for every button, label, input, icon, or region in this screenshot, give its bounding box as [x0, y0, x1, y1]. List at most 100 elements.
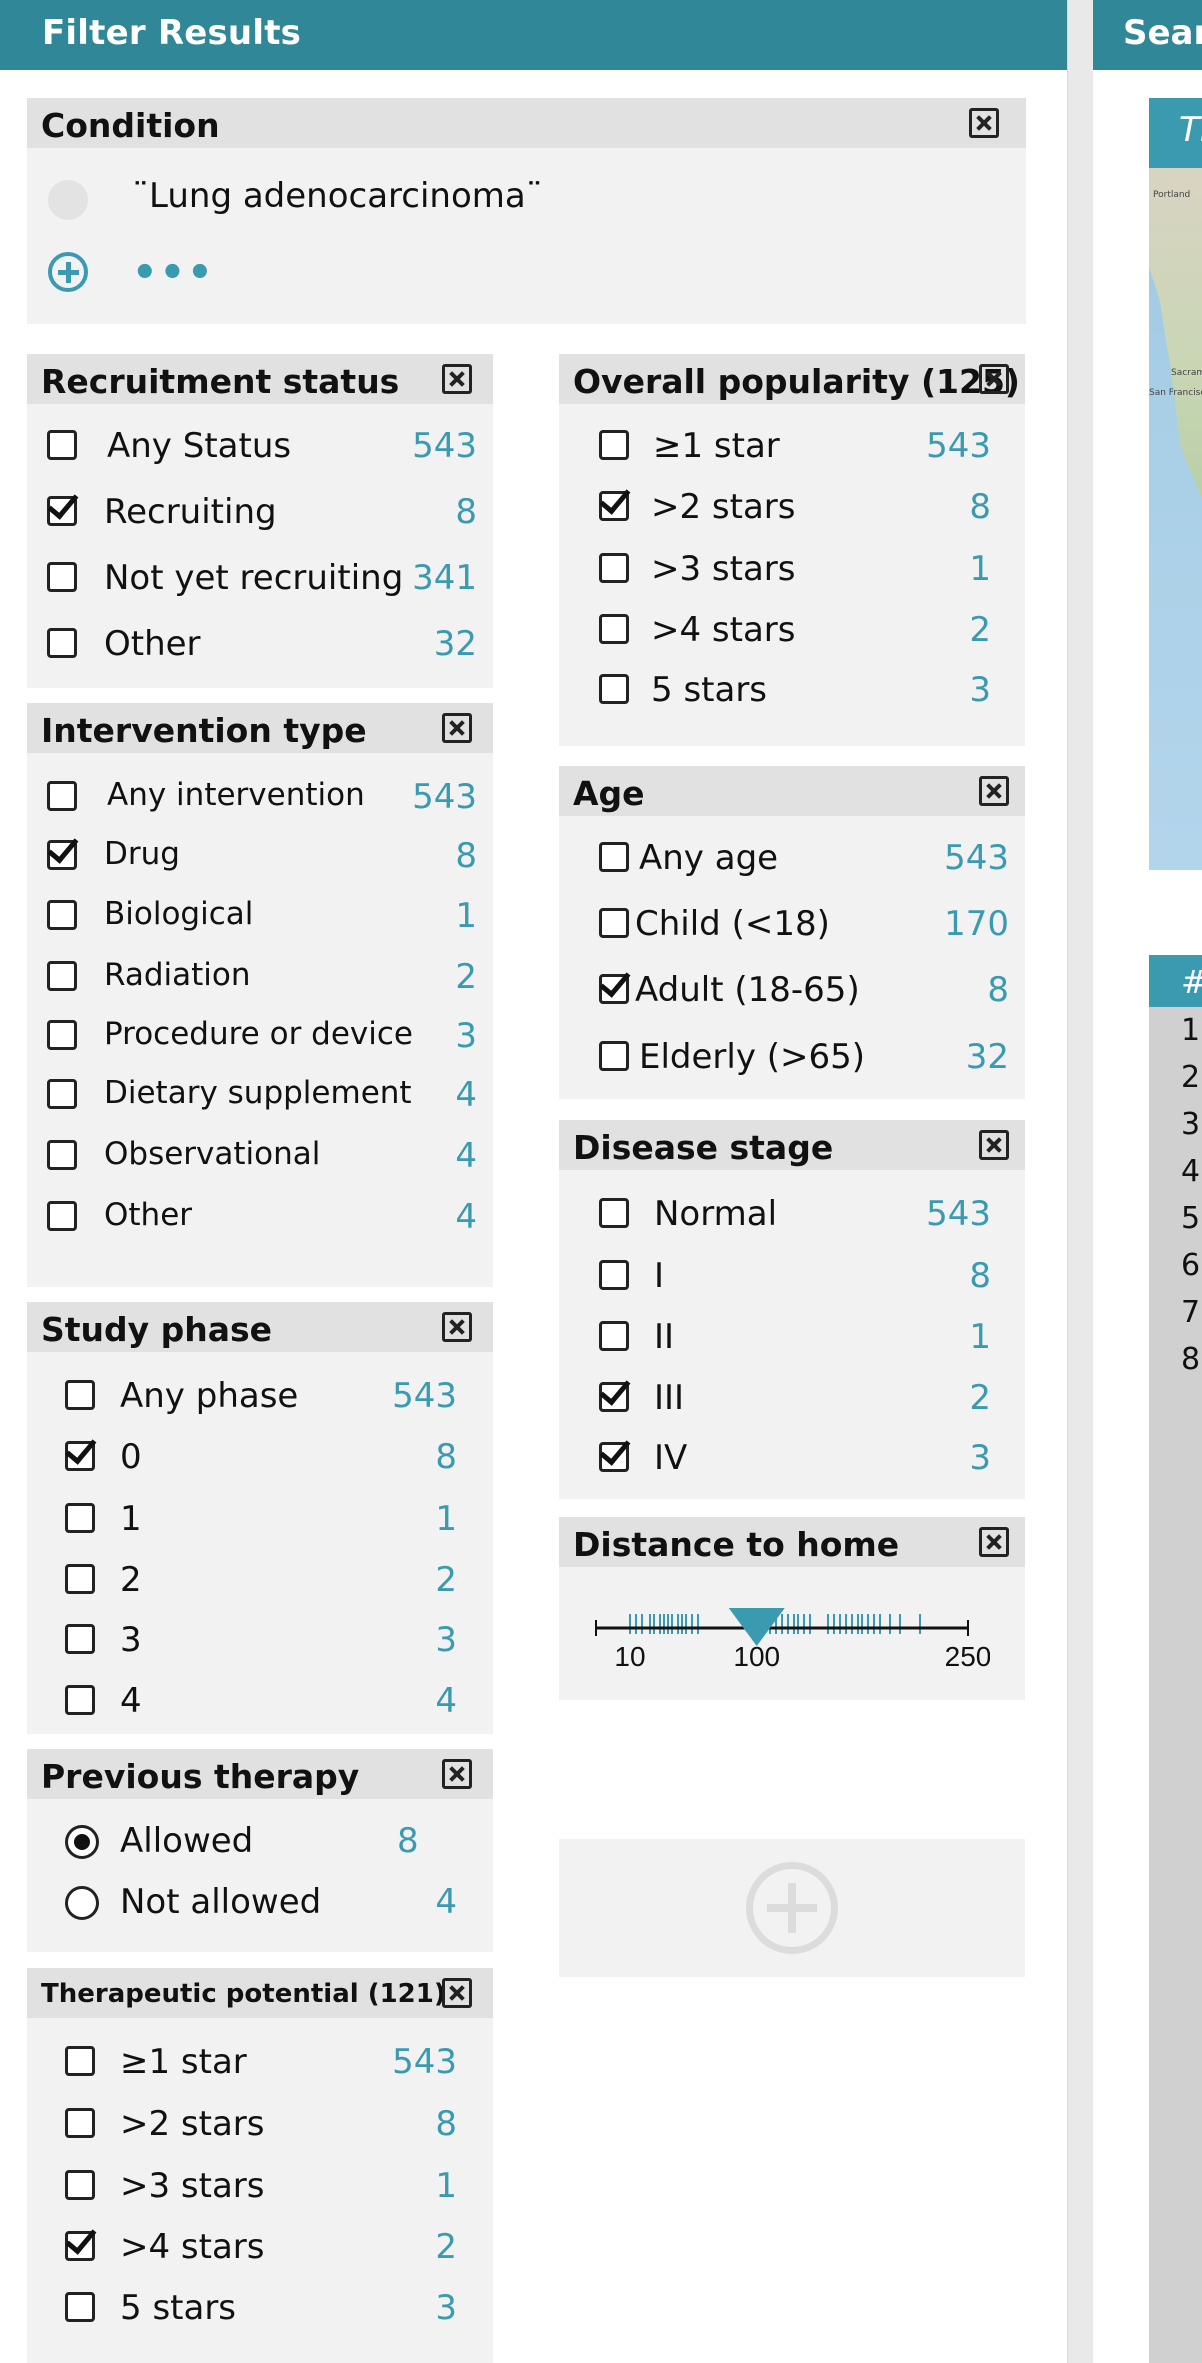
recruitment-option[interactable]: Other 32: [47, 624, 477, 664]
checkbox[interactable]: [65, 2170, 95, 2200]
intervention-option[interactable]: Any intervention 543: [47, 777, 477, 817]
intervention-option[interactable]: Radiation 2: [47, 957, 477, 997]
checkbox-checked[interactable]: [599, 974, 629, 1004]
intervention-option[interactable]: Drug 8: [47, 836, 477, 876]
table-row[interactable]: 4: [1149, 1148, 1202, 1195]
age-option[interactable]: Any age 543: [599, 838, 1009, 878]
checkbox[interactable]: [47, 1079, 77, 1109]
intervention-option[interactable]: Observational 4: [47, 1136, 477, 1176]
radio-selected[interactable]: [65, 1825, 99, 1859]
condition-value[interactable]: ¨Lung adenocarcinoma¨: [132, 176, 543, 216]
checkbox-checked[interactable]: [47, 840, 77, 870]
therapy-option[interactable]: Not allowed 4: [65, 1882, 457, 1922]
stage-option[interactable]: Normal 543: [599, 1194, 991, 1234]
divider-scrollbar[interactable]: [1067, 0, 1093, 2363]
checkbox[interactable]: [599, 553, 629, 583]
therapeutic-option[interactable]: 5 stars 3: [65, 2288, 457, 2328]
checkbox[interactable]: [65, 1380, 95, 1410]
stage-option[interactable]: IV 3: [599, 1438, 991, 1478]
close-icon[interactable]: [979, 1130, 1009, 1160]
stage-option[interactable]: III 2: [599, 1378, 991, 1418]
table-row[interactable]: 2: [1149, 1054, 1202, 1101]
age-option[interactable]: Child (<18) 170: [599, 904, 1009, 944]
phase-option[interactable]: Any phase 543: [65, 1376, 457, 1416]
table-row[interactable]: 1: [1149, 1007, 1202, 1054]
checkbox[interactable]: [599, 1041, 629, 1071]
recruitment-option[interactable]: Any Status 543: [47, 426, 477, 466]
checkbox[interactable]: [599, 908, 629, 938]
popularity-option[interactable]: 5 stars 3: [599, 670, 991, 710]
checkbox[interactable]: [65, 2108, 95, 2138]
checkbox[interactable]: [599, 842, 629, 872]
checkbox[interactable]: [599, 1321, 629, 1351]
phase-option[interactable]: 2 2: [65, 1560, 457, 1600]
phase-option[interactable]: 0 8: [65, 1437, 457, 1477]
checkbox[interactable]: [599, 674, 629, 704]
therapeutic-option[interactable]: >4 stars 2: [65, 2227, 457, 2267]
popularity-option[interactable]: >4 stars 2: [599, 610, 991, 650]
checkbox[interactable]: [47, 430, 77, 460]
map-view[interactable]: Th Portland Sacram San Francisco: [1149, 98, 1202, 870]
add-filter-icon[interactable]: [746, 1862, 838, 1954]
close-icon[interactable]: [442, 1978, 472, 2008]
checkbox[interactable]: [47, 562, 77, 592]
distance-slider[interactable]: 10 100 250: [590, 1592, 990, 1682]
intervention-option[interactable]: Other 4: [47, 1197, 477, 1237]
popularity-option[interactable]: ≥1 star 543: [599, 426, 991, 466]
checkbox-checked[interactable]: [65, 2231, 95, 2261]
close-icon[interactable]: [979, 1527, 1009, 1557]
popularity-option[interactable]: >3 stars 1: [599, 549, 991, 589]
intervention-option[interactable]: Biological 1: [47, 896, 477, 936]
age-option[interactable]: Elderly (>65) 32: [599, 1037, 1009, 1077]
checkbox-checked[interactable]: [599, 1382, 629, 1412]
phase-option[interactable]: 4 4: [65, 1681, 457, 1721]
checkbox[interactable]: [65, 2292, 95, 2322]
therapeutic-option[interactable]: >3 stars 1: [65, 2166, 457, 2206]
checkbox[interactable]: [65, 2046, 95, 2076]
close-icon[interactable]: [442, 1312, 472, 1342]
checkbox[interactable]: [47, 1201, 77, 1231]
checkbox[interactable]: [599, 430, 629, 460]
close-icon[interactable]: [442, 1759, 472, 1789]
stage-option[interactable]: II 1: [599, 1317, 991, 1357]
therapy-option[interactable]: Allowed 8: [65, 1821, 457, 1861]
checkbox[interactable]: [47, 628, 77, 658]
phase-option[interactable]: 3 3: [65, 1620, 457, 1660]
table-row[interactable]: 5: [1149, 1195, 1202, 1242]
table-row[interactable]: 3: [1149, 1101, 1202, 1148]
checkbox[interactable]: [65, 1685, 95, 1715]
checkbox-checked[interactable]: [65, 1441, 95, 1471]
table-row[interactable]: 6: [1149, 1242, 1202, 1289]
recruitment-option[interactable]: Recruiting 8: [47, 492, 477, 532]
table-row[interactable]: 8: [1149, 1336, 1202, 1383]
checkbox[interactable]: [599, 1260, 629, 1290]
age-option[interactable]: Adult (18-65) 8: [599, 970, 1009, 1010]
condition-toggle[interactable]: [48, 180, 88, 220]
checkbox[interactable]: [47, 1140, 77, 1170]
close-icon[interactable]: [979, 776, 1009, 806]
intervention-option[interactable]: Procedure or device 3: [47, 1016, 477, 1056]
therapeutic-option[interactable]: ≥1 star 543: [65, 2042, 457, 2082]
popularity-option[interactable]: >2 stars 8: [599, 487, 991, 527]
add-condition-icon[interactable]: [48, 252, 88, 292]
checkbox[interactable]: [599, 614, 629, 644]
checkbox[interactable]: [65, 1624, 95, 1654]
close-icon[interactable]: [979, 364, 1009, 394]
checkbox[interactable]: [65, 1564, 95, 1594]
checkbox-checked[interactable]: [47, 496, 77, 526]
stage-option[interactable]: I 8: [599, 1256, 991, 1296]
therapeutic-option[interactable]: >2 stars 8: [65, 2104, 457, 2144]
phase-option[interactable]: 1 1: [65, 1499, 457, 1539]
radio[interactable]: [65, 1886, 99, 1920]
checkbox-checked[interactable]: [599, 491, 629, 521]
close-icon[interactable]: [442, 364, 472, 394]
checkbox[interactable]: [47, 900, 77, 930]
more-options-icon[interactable]: •••: [132, 250, 215, 296]
checkbox[interactable]: [65, 1503, 95, 1533]
checkbox-checked[interactable]: [599, 1442, 629, 1472]
checkbox[interactable]: [47, 781, 77, 811]
close-icon[interactable]: [442, 713, 472, 743]
intervention-option[interactable]: Dietary supplement 4: [47, 1075, 477, 1115]
recruitment-option[interactable]: Not yet recruiting 341: [47, 558, 477, 598]
checkbox[interactable]: [599, 1198, 629, 1228]
